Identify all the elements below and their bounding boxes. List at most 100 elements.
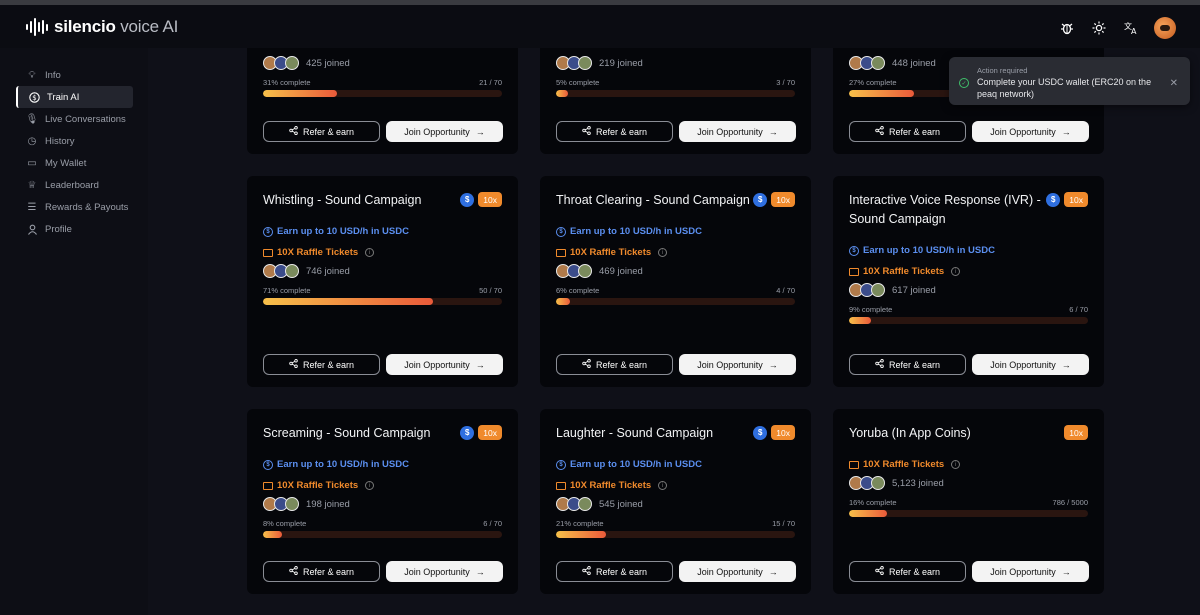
earn-rate: $ Earn up to 10 USD/h in USDC [263, 226, 409, 237]
progress-percent: 31% complete [263, 78, 311, 87]
sidebar-item-rewards-payouts[interactable]: ☰ Rewards & Payouts [16, 196, 133, 218]
brand-suffix: voice AI [115, 17, 179, 36]
arrow-right-icon: → [1061, 566, 1071, 577]
usdc-badge: $ [753, 192, 768, 207]
info-icon[interactable]: i [365, 481, 375, 490]
join-label: Join Opportunity [697, 126, 763, 137]
list-icon: ☰ [27, 201, 37, 213]
progress-count: 786 / 5000 [1052, 498, 1088, 507]
join-opportunity-button[interactable]: Join Opportunity → [679, 354, 796, 375]
sidebar-item-profile[interactable]: Profile [16, 218, 133, 240]
translate-icon[interactable]: 文A [1122, 19, 1140, 37]
progress-fill [556, 298, 571, 305]
progress-fill [556, 531, 607, 538]
raffle-label: 10X Raffle Tickets [277, 480, 359, 491]
brand-logo[interactable]: silencio voice AI [26, 17, 178, 37]
campaign-title: Screaming - Sound Campaign [263, 426, 431, 440]
close-icon[interactable]: ✕ [1170, 78, 1178, 89]
join-opportunity-button[interactable]: Join Opportunity → [386, 354, 503, 375]
ticket-icon [849, 267, 859, 276]
share-icon [875, 126, 884, 137]
raffle-label: 10X Raffle Tickets [863, 459, 945, 470]
sidebar-item-train-ai[interactable]: $ Train AI [16, 86, 133, 108]
share-icon [289, 566, 298, 577]
trophy-icon: ♕ [27, 179, 37, 191]
progress-bar [556, 298, 795, 305]
dollar-circle-icon: $ [556, 226, 566, 237]
progress-fill [849, 510, 888, 517]
join-opportunity-button[interactable]: Join Opportunity → [386, 561, 503, 582]
sidebar-item-info[interactable]: 💡︎ Info [16, 64, 133, 86]
refer-earn-button[interactable]: Refer & earn [263, 121, 380, 142]
earn-rate: $ Earn up to 10 USD/h in USDC [849, 245, 995, 256]
progress-labels: 21% complete 15 / 70 [556, 519, 795, 528]
refer-earn-button[interactable]: Refer & earn [263, 354, 380, 375]
campaign-card: Throat Clearing - Sound Campaign $10x $ Ear… [540, 176, 811, 387]
sidebar-item-live-conversations[interactable]: 🎙︎ Live Conversations [16, 108, 133, 130]
campaign-title: Interactive Voice Response (IVR) - Sound… [849, 193, 1041, 226]
ticket-icon [849, 460, 859, 469]
arrow-right-icon: → [768, 566, 778, 577]
participant-avatars [849, 56, 885, 70]
campaign-card: Screaming - Sound Campaign $10x $ Earn up t… [247, 409, 518, 594]
progress-percent: 21% complete [556, 519, 604, 528]
share-icon [875, 566, 884, 577]
join-opportunity-button[interactable]: Join Opportunity → [386, 121, 503, 142]
sidebar-item-my-wallet[interactable]: ▭ My Wallet [16, 152, 133, 174]
participant-avatars [556, 497, 592, 511]
campaign-title: Laughter - Sound Campaign [556, 426, 714, 440]
progress-bar [556, 531, 795, 538]
toast-heading: Action required [977, 66, 1028, 75]
progress-fill [263, 298, 433, 305]
user-avatar[interactable] [1154, 17, 1176, 39]
campaign-card: Whistling - Sound Campaign $10x $ Earn up t… [247, 176, 518, 387]
svg-text:A: A [1131, 27, 1137, 35]
participant-avatars [263, 56, 299, 70]
refer-label: Refer & earn [302, 359, 355, 370]
sidebar-item-label: Info [45, 69, 61, 81]
arrow-right-icon: → [768, 359, 778, 370]
arrow-right-icon: → [475, 126, 485, 137]
brand-name: silencio [54, 17, 116, 36]
raffle-label: 10X Raffle Tickets [277, 247, 359, 258]
participant-avatars [849, 283, 885, 297]
progress-bar [849, 510, 1088, 517]
progress-labels: 8% complete 6 / 70 [263, 519, 502, 528]
multiplier-badge: 10x [478, 192, 502, 207]
info-icon[interactable]: i [951, 267, 961, 276]
join-opportunity-button[interactable]: Join Opportunity → [679, 561, 796, 582]
arrow-right-icon: → [1061, 359, 1071, 370]
join-label: Join Opportunity [990, 359, 1056, 370]
refer-earn-button[interactable]: Refer & earn [556, 121, 673, 142]
dollar-circle-icon: $ [263, 459, 273, 470]
earn-rate-label: Earn up to 10 USD/h in USDC [277, 226, 409, 237]
info-icon[interactable]: i [658, 481, 668, 490]
refer-earn-button[interactable]: Refer & earn [849, 121, 966, 142]
sidebar-item-history[interactable]: ◷ History [16, 130, 133, 152]
participants: 617 joined [849, 283, 936, 297]
progress-fill [263, 90, 338, 97]
participants: 746 joined [263, 264, 350, 278]
refer-earn-button[interactable]: Refer & earn [849, 561, 966, 582]
refer-earn-button[interactable]: Refer & earn [556, 561, 673, 582]
join-opportunity-button[interactable]: Join Opportunity → [972, 121, 1089, 142]
svg-text:$: $ [32, 94, 36, 102]
joined-count: 198 joined [306, 498, 350, 510]
campaign-title: Yoruba (In App Coins) [849, 426, 971, 440]
arrow-right-icon: → [1061, 126, 1071, 137]
info-icon[interactable]: i [365, 248, 375, 257]
info-icon[interactable]: i [658, 248, 668, 257]
refer-earn-button[interactable]: Refer & earn [263, 561, 380, 582]
refer-earn-button[interactable]: Refer & earn [556, 354, 673, 375]
sidebar-item-leaderboard[interactable]: ♕ Leaderboard [16, 174, 133, 196]
progress-count: 50 / 70 [479, 286, 502, 295]
join-opportunity-button[interactable]: Join Opportunity → [972, 561, 1089, 582]
sun-icon[interactable] [1090, 19, 1108, 37]
info-icon[interactable]: i [951, 460, 961, 469]
join-opportunity-button[interactable]: Join Opportunity → [679, 121, 796, 142]
bug-icon[interactable] [1058, 19, 1076, 37]
refer-earn-button[interactable]: Refer & earn [849, 354, 966, 375]
usdc-badge: $ [460, 192, 475, 207]
earn-rate-label: Earn up to 10 USD/h in USDC [277, 459, 409, 470]
join-opportunity-button[interactable]: Join Opportunity → [972, 354, 1089, 375]
